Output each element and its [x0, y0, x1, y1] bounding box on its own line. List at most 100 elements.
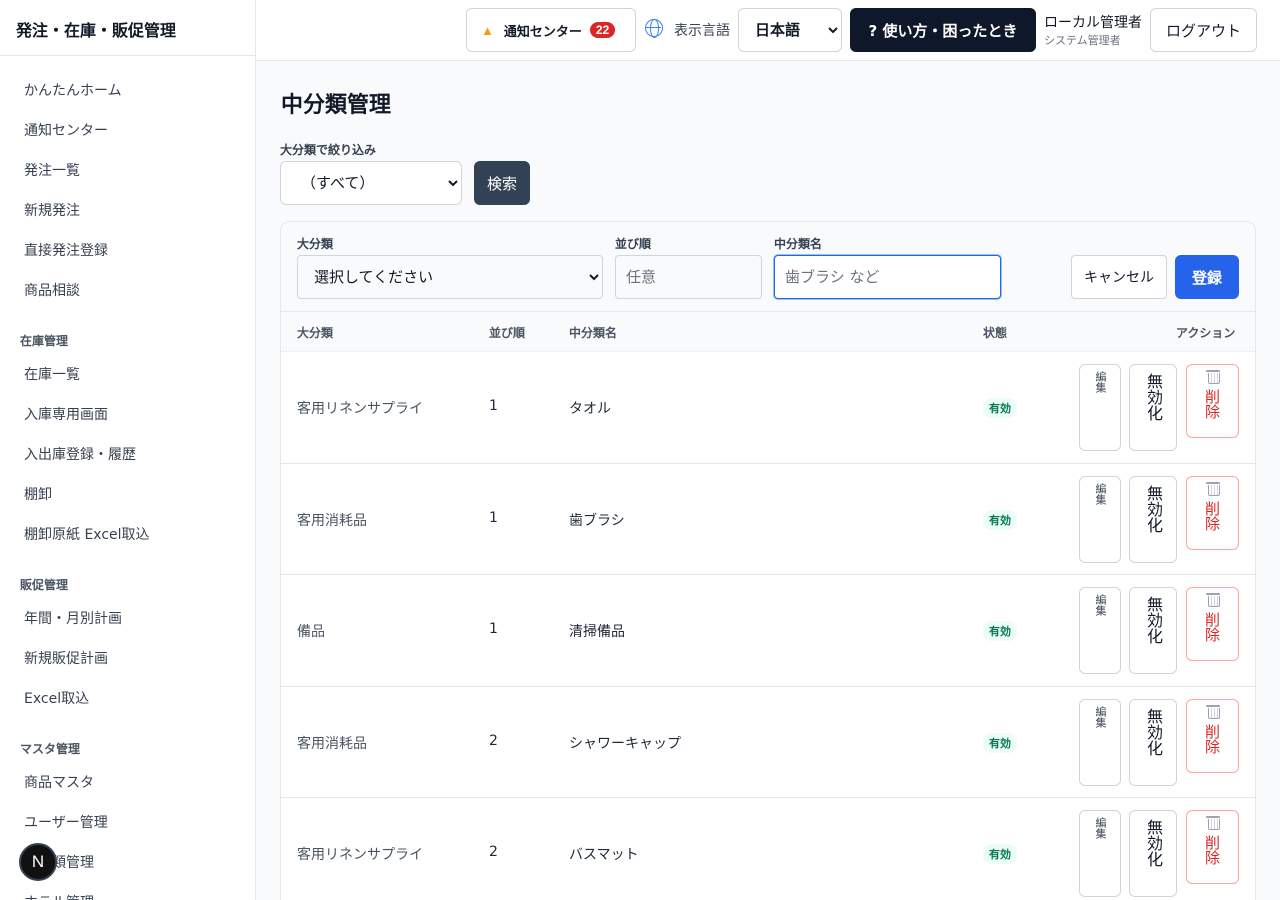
sidebar-item-annual-plan[interactable]: 年間・月別計画 [0, 598, 255, 638]
trash-icon [1205, 369, 1220, 384]
sidebar-section-master: マスタ管理 [20, 742, 81, 756]
sidebar-item-order-list[interactable]: 発注一覧 [0, 150, 255, 190]
sidebar-item-new-order[interactable]: 新規発注 [0, 190, 255, 230]
sidebar-item-receiving[interactable]: 入庫専用画面 [0, 394, 255, 434]
sidebar-item-inventory-list[interactable]: 在庫一覧 [0, 354, 255, 394]
delete-button[interactable]: 削除 [1186, 810, 1239, 884]
globe-icon [645, 19, 663, 38]
user-name: ローカル管理者 [1044, 15, 1142, 31]
status-badge: 有効 [983, 398, 1017, 418]
dev-tools-button[interactable]: N [19, 843, 57, 881]
edit-button[interactable]: 編集 [1079, 810, 1121, 897]
main-content: 中分類管理 大分類で絞り込み （すべて） 検索 大分類 選択してください 並び順… [256, 61, 1280, 900]
major-category-label: 大分類 [297, 237, 334, 251]
status-badge: 有効 [983, 621, 1017, 641]
sidebar-item-hotel-management[interactable]: ホテル管理 [0, 882, 255, 900]
sidebar-item-product-consult[interactable]: 商品相談 [0, 270, 255, 310]
sidebar: 発注・在庫・販促管理 かんたんホーム 通知センター 発注一覧 新規発注 直接発注… [0, 0, 256, 900]
sidebar-nav: かんたんホーム 通知センター 発注一覧 新規発注 直接発注登録 商品相談 在庫管… [0, 56, 255, 900]
delete-button[interactable]: 削除 [1186, 587, 1239, 661]
cell-subcategory-name: バスマット [569, 847, 639, 863]
delete-label: 削除 [1203, 612, 1221, 642]
bell-icon: ▲ [481, 22, 494, 38]
sidebar-item-user-management[interactable]: ユーザー管理 [0, 802, 255, 842]
language-label: 表示言語 [674, 23, 730, 39]
trash-icon [1205, 481, 1220, 496]
disable-button[interactable]: 無効化 [1129, 698, 1177, 786]
sidebar-item-direct-order[interactable]: 直接発注登録 [0, 230, 255, 270]
top-bar: ▲ 通知センター 22 表示言語 日本語 ? 使い方・困ったとき ローカル管理者… [256, 0, 1280, 61]
edit-button[interactable]: 編集 [1079, 475, 1121, 563]
cell-sort-order: 1 [489, 509, 498, 526]
delete-button[interactable]: 削除 [1186, 475, 1239, 550]
status-badge: 有効 [983, 509, 1017, 530]
status-badge: 有効 [983, 732, 1017, 753]
notification-count-badge: 22 [589, 22, 616, 38]
column-header-name: 中分類名 [569, 326, 618, 340]
edit-button[interactable]: 編集 [1079, 587, 1121, 674]
app-title: 発注・在庫・販促管理 [0, 0, 255, 56]
disable-button[interactable]: 無効化 [1129, 475, 1177, 563]
cell-subcategory-name: タオル [569, 401, 611, 417]
language-select[interactable]: 日本語 [738, 8, 842, 52]
subcategory-name-label: 中分類名 [774, 237, 823, 251]
table-row: 客用消耗品 1 歯ブラシ 有効 編集 無効化 削除 [281, 463, 1255, 575]
column-header-order: 並び順 [489, 326, 526, 340]
filter-label: 大分類で絞り込み [280, 143, 377, 157]
sidebar-item-new-promo[interactable]: 新規販促計画 [0, 638, 255, 678]
delete-button[interactable]: 削除 [1186, 698, 1239, 773]
disable-button[interactable]: 無効化 [1129, 810, 1177, 897]
delete-label: 削除 [1203, 500, 1221, 531]
cell-major-category: 客用消耗品 [297, 735, 367, 752]
table-row: 備品 1 清掃備品 有効 編集 無効化 削除 [281, 575, 1255, 687]
delete-button[interactable]: 削除 [1186, 364, 1239, 438]
cell-sort-order: 2 [489, 732, 498, 749]
delete-label: 削除 [1203, 389, 1221, 419]
subcategory-name-input[interactable] [774, 255, 1001, 299]
edit-button[interactable]: 編集 [1079, 698, 1121, 786]
sort-order-label: 並び順 [615, 237, 652, 251]
trash-icon [1205, 815, 1220, 830]
table-row: 客用リネンサプライ 2 バスマット 有効 編集 無効化 削除 [281, 798, 1255, 900]
cancel-button[interactable]: キャンセル [1071, 255, 1167, 299]
cell-subcategory-name: シャワーキャップ [569, 735, 681, 752]
cell-major-category: 備品 [297, 624, 325, 640]
register-button[interactable]: 登録 [1175, 255, 1239, 299]
sidebar-item-stocktake[interactable]: 棚卸 [0, 474, 255, 514]
trash-icon [1205, 704, 1220, 719]
cell-subcategory-name: 歯ブラシ [569, 512, 625, 529]
cell-sort-order: 2 [489, 844, 498, 860]
search-button[interactable]: 検索 [474, 161, 530, 205]
logout-button[interactable]: ログアウト [1150, 8, 1257, 52]
notification-label: 通知センター [503, 23, 582, 39]
sidebar-item-stocktake-excel[interactable]: 棚卸原紙 Excel取込 [0, 514, 255, 554]
edit-button[interactable]: 編集 [1079, 364, 1121, 451]
column-header-action: アクション [1176, 326, 1236, 340]
delete-label: 削除 [1203, 835, 1221, 865]
sidebar-section-promo: 販促管理 [20, 578, 69, 592]
sidebar-item-easy-home[interactable]: かんたんホーム [0, 70, 255, 110]
sidebar-item-excel-import[interactable]: Excel取込 [0, 678, 255, 718]
cell-subcategory-name: 清掃備品 [569, 624, 625, 640]
sort-order-input[interactable] [615, 255, 762, 299]
cell-major-category: 客用リネンサプライ [297, 401, 423, 417]
major-category-filter-select[interactable]: （すべて） [280, 161, 462, 205]
sidebar-item-stock-movement[interactable]: 入出庫登録・履歴 [0, 434, 255, 474]
table-body: 客用リネンサプライ 1 タオル 有効 編集 無効化 削除 客用消耗品 1 歯ブラ… [281, 352, 1255, 900]
major-category-select[interactable]: 選択してください [297, 255, 603, 299]
sidebar-item-notification-center[interactable]: 通知センター [0, 110, 255, 150]
help-button[interactable]: ? 使い方・困ったとき [850, 8, 1036, 52]
sidebar-item-product-master[interactable]: 商品マスタ [0, 762, 255, 802]
disable-button[interactable]: 無効化 [1129, 587, 1177, 674]
table-row: 客用消耗品 2 シャワーキャップ 有効 編集 無効化 削除 [281, 686, 1255, 798]
notification-center-button[interactable]: ▲ 通知センター 22 [466, 8, 636, 52]
create-form: 大分類 選択してください 並び順 中分類名 キャンセル 登録 [281, 222, 1255, 312]
disable-button[interactable]: 無効化 [1129, 364, 1177, 451]
column-header-status: 状態 [983, 326, 1008, 340]
sidebar-section-inventory: 在庫管理 [20, 334, 69, 348]
subcategory-card: 大分類 選択してください 並び順 中分類名 キャンセル 登録 大分類 並び順 中… [280, 221, 1256, 900]
column-header-major: 大分類 [297, 326, 334, 340]
user-role: システム管理者 [1044, 34, 1121, 47]
status-badge: 有効 [983, 844, 1017, 864]
cell-sort-order: 1 [489, 398, 498, 414]
